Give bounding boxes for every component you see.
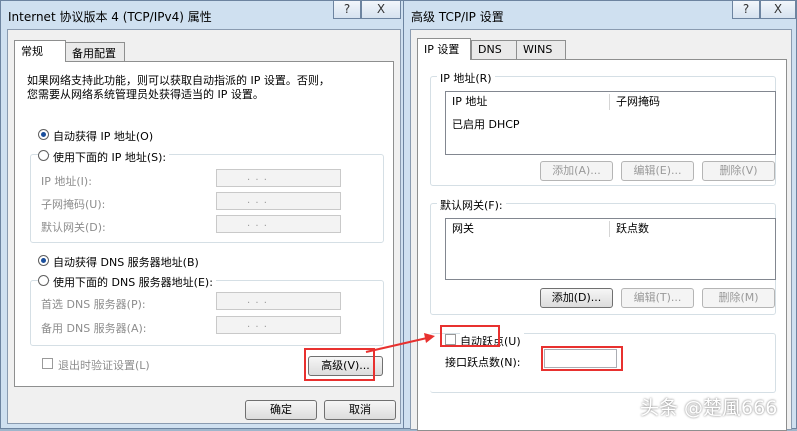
interface-metric-label: 接口跃点数(N):	[445, 356, 521, 369]
subnet-mask-field[interactable]: . . .	[216, 192, 341, 210]
title-bar: 高级 TCP/IP 设置 ? X	[404, 1, 796, 29]
auto-ip-label: 自动获得 IP 地址(O)	[53, 130, 154, 143]
default-gateway-field[interactable]: . . .	[216, 215, 341, 233]
tab-dns[interactable]: DNS	[471, 40, 517, 60]
tab-ip-settings[interactable]: IP 设置	[417, 38, 471, 60]
general-tab-panel: 如果网络支持此功能，则可以获取自动指派的 IP 设置。否则， 您需要从网络系统管…	[14, 61, 394, 387]
manual-ip-radio[interactable]	[38, 150, 49, 161]
auto-dns-label: 自动获得 DNS 服务器地址(B)	[53, 256, 199, 269]
gateway-list[interactable]: 网关 跃点数	[445, 218, 776, 280]
auto-ip-radio[interactable]	[38, 129, 49, 140]
ip-settings-panel: IP 地址(R) IP 地址 子网掩码 已启用 DHCP 添加(A)... 编辑…	[417, 59, 787, 431]
column-header-gateway[interactable]: 网关	[446, 219, 609, 239]
tab-general[interactable]: 常规	[14, 40, 66, 62]
gateway-delete-button[interactable]: 删除(M)	[702, 288, 775, 308]
ip-address-list[interactable]: IP 地址 子网掩码 已启用 DHCP	[445, 91, 776, 155]
help-button[interactable]: ?	[333, 1, 361, 19]
column-header-metric[interactable]: 跃点数	[610, 219, 770, 239]
alternate-dns-label: 备用 DNS 服务器(A):	[41, 322, 147, 335]
column-header-subnet[interactable]: 子网掩码	[610, 92, 770, 112]
dialog-client: IP 设置 DNS WINS IP 地址(R) IP 地址 子网掩码 已启用 D…	[410, 29, 792, 431]
dialog-title: Internet 协议版本 4 (TCP/IPv4) 属性	[8, 10, 212, 24]
cancel-button[interactable]: 取消	[324, 400, 396, 420]
subnet-mask-label: 子网掩码(U):	[41, 198, 106, 211]
ip-address-label: IP 地址(I):	[41, 175, 92, 188]
tab-alternate-config[interactable]: 备用配置	[65, 42, 125, 62]
manual-dns-radio[interactable]	[38, 275, 49, 286]
preferred-dns-label: 首选 DNS 服务器(P):	[41, 298, 146, 311]
default-gateway-label: 默认网关(D):	[41, 221, 106, 234]
interface-metric-highlight-box	[541, 346, 623, 371]
close-button[interactable]: X	[361, 1, 401, 19]
tab-wins[interactable]: WINS	[516, 40, 566, 60]
ipv4-properties-dialog: Internet 协议版本 4 (TCP/IPv4) 属性 ? X 常规 备用配…	[0, 0, 408, 429]
help-button[interactable]: ?	[732, 1, 760, 19]
manual-ip-label: 使用下面的 IP 地址(S):	[50, 149, 170, 165]
gateway-group-label: 默认网关(F):	[437, 197, 506, 213]
ip-address-field[interactable]: . . .	[216, 169, 341, 187]
column-header-ip[interactable]: IP 地址	[446, 92, 609, 112]
manual-dns-label: 使用下面的 DNS 服务器地址(E):	[50, 274, 216, 290]
validate-on-exit-label: 退出时验证设置(L)	[58, 359, 150, 372]
description-line-2: 您需要从网络系统管理员处获得适当的 IP 设置。	[27, 88, 264, 101]
gateway-add-button[interactable]: 添加(D)...	[540, 288, 613, 308]
validate-on-exit-checkbox[interactable]	[42, 358, 53, 369]
auto-metric-highlight-box	[440, 325, 500, 347]
ip-edit-button[interactable]: 编辑(E)...	[621, 161, 694, 181]
advanced-tcpip-dialog: 高级 TCP/IP 设置 ? X IP 设置 DNS WINS IP 地址(R)…	[403, 0, 797, 431]
watermark: 头条 @楚風666	[640, 397, 778, 419]
dialog-client: 常规 备用配置 如果网络支持此功能，则可以获取自动指派的 IP 设置。否则， 您…	[7, 29, 401, 424]
alternate-dns-field[interactable]: . . .	[216, 316, 341, 334]
ip-add-button[interactable]: 添加(A)...	[540, 161, 613, 181]
auto-dns-radio[interactable]	[38, 255, 49, 266]
title-bar: Internet 协议版本 4 (TCP/IPv4) 属性 ? X	[1, 1, 407, 29]
ok-button[interactable]: 确定	[245, 400, 317, 420]
dialog-title: 高级 TCP/IP 设置	[411, 10, 504, 24]
advanced-highlight-box	[304, 348, 375, 381]
preferred-dns-field[interactable]: . . .	[216, 292, 341, 310]
ip-delete-button[interactable]: 删除(V)	[702, 161, 775, 181]
close-button[interactable]: X	[760, 1, 796, 19]
ip-address-group-label: IP 地址(R)	[437, 70, 495, 86]
list-item[interactable]: 已启用 DHCP	[452, 116, 520, 132]
gateway-edit-button[interactable]: 编辑(T)...	[621, 288, 694, 308]
